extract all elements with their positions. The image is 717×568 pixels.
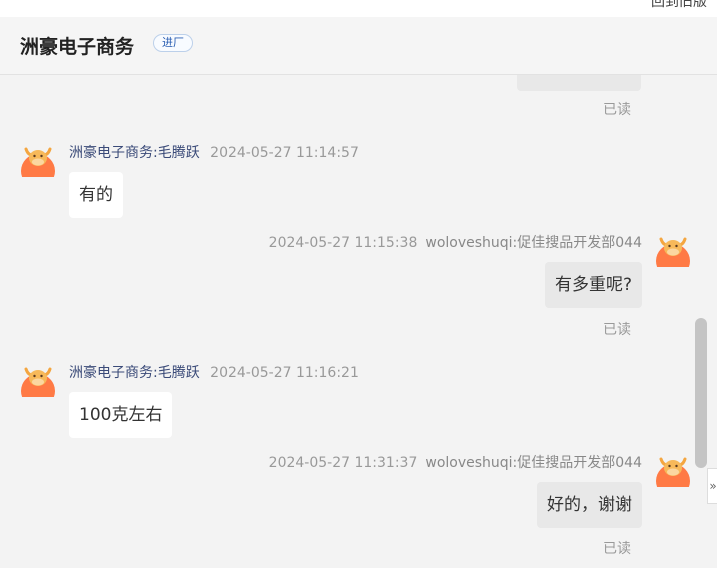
sender-name[interactable]: 洲豪电子商务:毛腾跃 xyxy=(69,365,200,381)
message-bubble[interactable]: 好的，谢谢 xyxy=(537,482,642,528)
message-meta: 洲豪电子商务:毛腾跃 2024-05-27 11:16:21 xyxy=(69,362,359,382)
expand-panel-tab[interactable]: » xyxy=(707,468,717,504)
contact-title: 洲豪电子商务 xyxy=(20,36,135,58)
avatar[interactable] xyxy=(655,231,691,267)
avatar[interactable] xyxy=(20,141,56,177)
message-bubble[interactable]: 有的 xyxy=(69,172,123,218)
chat-header: 洲豪电子商务 进厂 xyxy=(0,17,717,75)
previous-message-bubble xyxy=(517,75,641,91)
avatar[interactable] xyxy=(20,361,56,397)
message-time: 2024-05-27 11:16:21 xyxy=(210,365,359,381)
read-receipt: 已读 xyxy=(603,322,631,338)
read-receipt: 已读 xyxy=(603,102,631,118)
message-meta: 洲豪电子商务:毛腾跃 2024-05-27 11:14:57 xyxy=(69,142,359,162)
message-bubble[interactable]: 100克左右 xyxy=(69,392,173,438)
message-time: 2024-05-27 11:31:37 xyxy=(268,455,418,471)
sender-name[interactable]: woloveshuqi:促佳搜品开发部044 xyxy=(425,455,642,471)
sender-name[interactable]: 洲豪电子商务:毛腾跃 xyxy=(69,145,200,161)
top-bar: 回到旧版 xyxy=(0,0,717,18)
double-chevron-right-icon: » xyxy=(709,479,717,493)
message-time: 2024-05-27 11:14:57 xyxy=(210,145,359,161)
old-version-link[interactable]: 回到旧版 xyxy=(651,0,707,11)
message-bubble[interactable]: 有多重呢? xyxy=(544,262,642,308)
scrollbar-thumb[interactable] xyxy=(695,318,707,468)
message-list[interactable]: 已读 洲豪电子商务:毛腾跃 2024-05-27 11:14:57 有的 202… xyxy=(0,75,717,568)
message-time: 2024-05-27 11:15:38 xyxy=(268,235,418,251)
read-receipt: 已读 xyxy=(603,541,631,557)
avatar[interactable] xyxy=(655,451,691,487)
message-meta: 2024-05-27 11:31:37 woloveshuqi:促佳搜品开发部04… xyxy=(269,452,642,472)
status-badge: 进厂 xyxy=(153,34,193,52)
message-meta: 2024-05-27 11:15:38 woloveshuqi:促佳搜品开发部04… xyxy=(269,232,642,252)
sender-name[interactable]: woloveshuqi:促佳搜品开发部044 xyxy=(425,235,642,251)
